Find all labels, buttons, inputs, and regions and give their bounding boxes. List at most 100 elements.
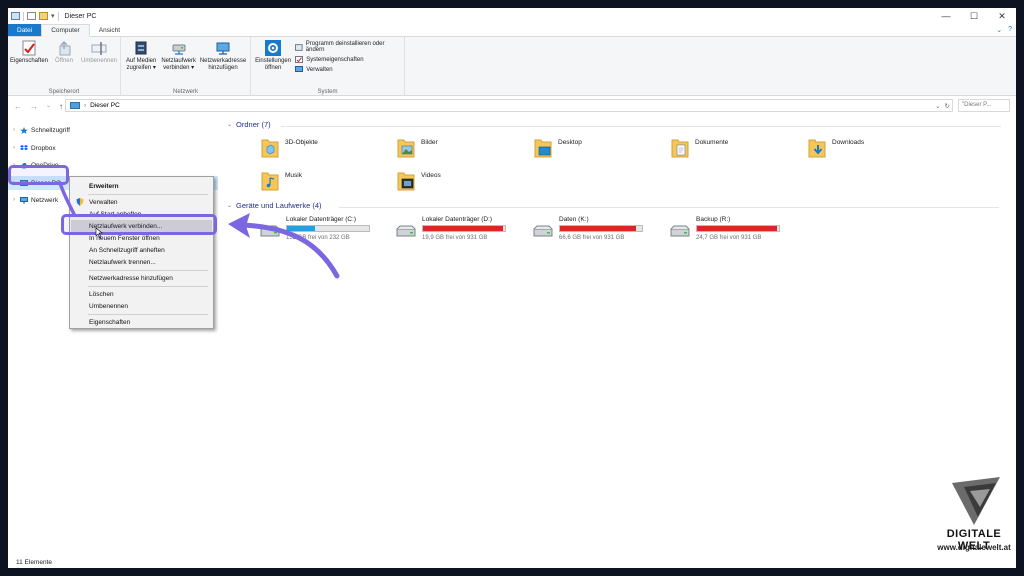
open-label: Öffnen: [55, 58, 73, 64]
tab-ansicht[interactable]: Ansicht: [90, 24, 129, 36]
ribbon-tabs: Datei Computer Ansicht ⌄ ?: [8, 24, 1016, 37]
breadcrumb-separator-icon[interactable]: ›: [84, 102, 86, 109]
nav-item-dropbox[interactable]: › Dropbox: [8, 141, 218, 155]
hard-drive-icon: [533, 225, 553, 237]
expand-chevron-icon[interactable]: ›: [8, 127, 20, 133]
pc-icon: [11, 12, 20, 20]
menu-item-loeschen[interactable]: Löschen: [71, 288, 212, 300]
expand-chevron-icon[interactable]: ›: [8, 197, 20, 203]
properties-icon[interactable]: [27, 12, 36, 20]
drive-d[interactable]: Lokaler Datenträger (D:) 19,9 GB frei vo…: [395, 216, 520, 246]
drive-r[interactable]: Backup (R:) 24,7 GB frei von 931 GB: [669, 216, 794, 246]
pc-icon: [70, 102, 80, 109]
rename-icon: [91, 42, 107, 55]
folder-videos[interactable]: Videos: [397, 170, 441, 192]
system-properties-link[interactable]: Systemeigenschaften: [295, 56, 400, 63]
drive-usage-bar: [696, 225, 780, 232]
open-icon: [59, 40, 71, 56]
navigation-buttons: ← → ⌄ ↑: [8, 102, 63, 111]
menu-item-umbenennen[interactable]: Umbenennen: [71, 300, 212, 312]
open-settings-button[interactable]: Einstellungen öffnen: [255, 40, 291, 96]
close-button[interactable]: ✕: [988, 8, 1016, 24]
tab-datei[interactable]: Datei: [8, 24, 42, 36]
up-arrow-icon[interactable]: ↑: [59, 102, 63, 111]
network-location-icon: [216, 42, 230, 55]
drive-free-space: 66,6 GB frei von 931 GB: [559, 235, 625, 241]
folder-name: Downloads: [832, 139, 865, 146]
dropbox-icon: [20, 144, 28, 150]
highlight-netzlaufwerk-verbinden: [61, 214, 217, 235]
folder-3d-objekte[interactable]: 3D-Objekte: [261, 137, 318, 159]
address-box[interactable]: › Dieser PC ⌄ ↻: [65, 99, 953, 112]
open-button[interactable]: Öffnen: [50, 40, 78, 96]
map-drive-label-2: verbinden ▾: [163, 65, 195, 71]
music-folder-icon: [261, 172, 279, 191]
menu-item-an-schnellzugriff-anheften[interactable]: An Schnellzugriff anheften: [71, 244, 212, 256]
folder-downloads[interactable]: Downloads: [808, 137, 864, 159]
help-icon[interactable]: ?: [1008, 26, 1012, 34]
back-arrow-icon[interactable]: ←: [14, 102, 22, 111]
drive-name: Backup (R:): [696, 216, 731, 223]
folder-dokumente[interactable]: Dokumente: [671, 137, 728, 159]
menu-item-netzlaufwerk-trennen[interactable]: Netzlaufwerk trennen...: [71, 256, 212, 268]
section-folders[interactable]: ⌄ Ordner (7): [227, 120, 271, 129]
map-network-drive-button[interactable]: Netzlaufwerk verbinden ▾: [161, 40, 196, 96]
window-title: Dieser PC: [64, 12, 97, 20]
shield-icon: [76, 198, 84, 206]
nav-label: Dropbox: [31, 144, 56, 152]
customize-toolbar-icon[interactable]: ▾: [51, 12, 55, 20]
manage-link[interactable]: Verwalten: [295, 66, 400, 73]
minimize-button[interactable]: —: [932, 8, 960, 24]
expand-chevron-icon[interactable]: ›: [8, 145, 20, 151]
map-drive-label-1: Netzlaufwerk: [161, 58, 196, 64]
group-label-speicherort: Speicherort: [48, 89, 80, 95]
expand-ribbon-icon[interactable]: ⌄: [996, 26, 1002, 34]
pictures-folder-icon: [397, 139, 415, 158]
properties-button[interactable]: Eigenschaften: [10, 40, 48, 96]
section-drives[interactable]: ⌄ Geräte und Laufwerke (4): [227, 201, 322, 210]
settings-gear-icon: [265, 40, 282, 56]
logo-mark-icon: [952, 477, 1000, 525]
refresh-icon[interactable]: ↻: [945, 102, 950, 110]
hard-drive-icon: [396, 225, 416, 237]
new-folder-icon[interactable]: [39, 12, 48, 20]
search-input[interactable]: "Dieser P...: [958, 99, 1010, 112]
nav-item-schnellzugriff[interactable]: › Schnellzugriff: [8, 123, 218, 137]
collapse-chevron-icon[interactable]: ⌄: [227, 202, 232, 209]
media-access-button[interactable]: Auf Medien zugreifen ▾: [125, 40, 157, 96]
folder-name: 3D-Objekte: [285, 139, 318, 146]
breadcrumb-dieser-pc[interactable]: Dieser PC: [90, 102, 120, 109]
folder-musik[interactable]: Musik: [261, 170, 302, 192]
uninstall-program-link[interactable]: Programm deinstallieren oder ändern: [295, 41, 400, 53]
menu-separator: [88, 270, 208, 271]
drive-usage-bar: [286, 225, 370, 232]
folder-desktop[interactable]: Desktop: [534, 137, 582, 159]
recent-locations-icon[interactable]: ⌄: [46, 102, 51, 111]
drive-usage-bar: [559, 225, 643, 232]
section-divider: [339, 207, 999, 208]
menu-item-eigenschaften[interactable]: Eigenschaften: [71, 316, 212, 328]
menu-item-verwalten[interactable]: Verwalten: [71, 196, 212, 208]
programs-icon: [295, 43, 303, 51]
desktop-folder-icon: [534, 139, 552, 158]
forward-arrow-icon[interactable]: →: [30, 102, 38, 111]
menu-item-erweitern[interactable]: Erweitern: [71, 180, 212, 192]
maximize-button[interactable]: ☐: [960, 8, 988, 24]
title-bar: ▾ Dieser PC — ☐ ✕: [8, 8, 1016, 24]
drive-name: Lokaler Datenträger (D:): [422, 216, 493, 223]
address-bar-row: ← → ⌄ ↑ › Dieser PC ⌄ ↻ "Dieser P...: [8, 97, 1016, 115]
add-network-location-button[interactable]: Netzwerkadresse hinzufügen: [200, 40, 246, 96]
drive-c[interactable]: Lokaler Datenträger (C:) 152 GB frei von…: [259, 216, 384, 246]
media-access-label-1: Auf Medien: [125, 58, 157, 64]
system-properties-label: Systemeigenschaften: [306, 56, 364, 63]
network-icon: [20, 196, 28, 204]
collapse-chevron-icon[interactable]: ⌄: [227, 121, 232, 128]
address-dropdown-icon[interactable]: ⌄: [935, 102, 940, 110]
rename-button[interactable]: Umbenennen: [81, 40, 117, 96]
folder-bilder[interactable]: Bilder: [397, 137, 438, 159]
videos-folder-icon: [397, 172, 415, 191]
tab-computer[interactable]: Computer: [41, 24, 90, 37]
drives-header: Geräte und Laufwerke (4): [236, 201, 322, 210]
drive-k[interactable]: Daten (K:) 66,6 GB frei von 931 GB: [532, 216, 657, 246]
menu-item-netzwerkadresse-hinzufuegen[interactable]: Netzwerkadresse hinzufügen: [71, 272, 212, 284]
